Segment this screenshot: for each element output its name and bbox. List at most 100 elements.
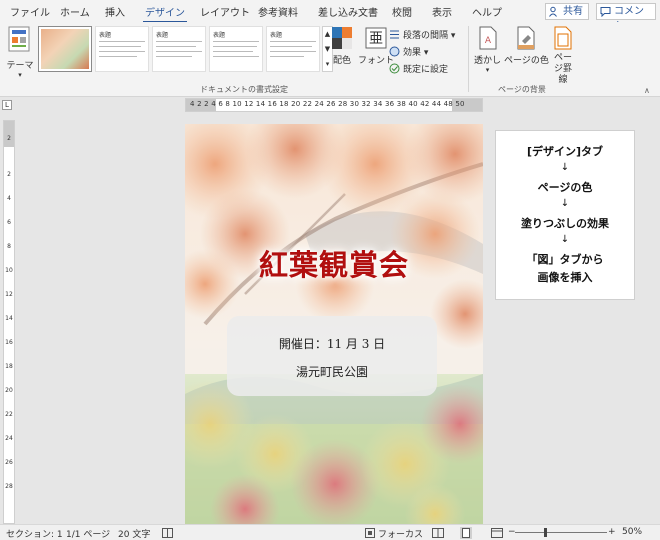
document-page[interactable]: 紅葉観賞会 開催日：11 月 3 日 湯元町民公園: [185, 124, 483, 524]
paragraph-spacing-icon: [390, 30, 399, 39]
callout-step: 画像を挿入: [537, 271, 593, 284]
tab-file[interactable]: ファイル: [10, 4, 50, 19]
style-thumb-title: 表題: [270, 32, 283, 39]
style-thumb[interactable]: 表題: [95, 26, 149, 72]
style-thumb[interactable]: 表題: [209, 26, 263, 72]
style-thumb-line: [213, 51, 253, 52]
event-info-box[interactable]: 開催日：11 月 3 日 湯元町民公園: [227, 316, 437, 396]
style-thumb[interactable]: 表題: [266, 26, 320, 72]
zoom-in-button[interactable]: +: [608, 527, 616, 537]
paragraph-spacing-button[interactable]: 段落の間隔 ▾: [389, 28, 455, 41]
themes-button[interactable]: テーマ ▾: [4, 26, 36, 84]
style-thumb[interactable]: [38, 26, 92, 72]
style-thumb-line: [156, 51, 202, 52]
style-thumb-line: [270, 41, 316, 42]
ruler-number: 12: [5, 291, 13, 298]
focus-icon[interactable]: [365, 528, 375, 538]
effects-button[interactable]: 効果 ▾: [389, 45, 428, 58]
comment-button[interactable]: コメント: [596, 3, 656, 32]
ruler-numbers: 4 2 2 4 6 8 10 12 14 16 18 20 22 24 26 2…: [190, 100, 465, 108]
tab-view[interactable]: 表示: [432, 4, 452, 19]
ruler-number: 18: [5, 363, 13, 370]
style-thumb-line: [213, 41, 259, 42]
book-icon[interactable]: [162, 528, 173, 538]
down-arrow-icon: ↓: [560, 198, 570, 209]
style-thumb[interactable]: 表題: [152, 26, 206, 72]
status-bar: セクション: 1 1/1 ページ 20 文字 フォーカス − + 50%: [0, 524, 660, 540]
svg-text:A: A: [484, 36, 491, 46]
event-date: 開催日：11 月 3 日: [278, 337, 386, 351]
effects-label: 効果: [403, 48, 422, 58]
style-thumb-line: [99, 51, 145, 52]
share-label: 共有: [563, 6, 583, 17]
ruler-number: 10: [5, 267, 13, 274]
zoom-slider-thumb[interactable]: [544, 528, 547, 537]
tab-home[interactable]: ホーム: [60, 4, 90, 19]
horizontal-ruler[interactable]: 4 2 2 4 6 8 10 12 14 16 18 20 22 24 26 2…: [185, 98, 483, 112]
style-thumb-line: [156, 46, 196, 47]
group-label-page-background: ページの背景: [498, 85, 546, 94]
chevron-down-icon: ▾: [423, 48, 429, 58]
palette-icon: [332, 27, 352, 49]
colors-button[interactable]: 配色: [331, 26, 353, 66]
ruler-number: 4: [7, 195, 11, 202]
share-button[interactable]: 共有: [545, 3, 589, 20]
colors-label: 配色: [332, 56, 351, 66]
style-thumb-line: [213, 56, 259, 57]
callout-step: [デザイン]タブ: [526, 145, 604, 158]
style-thumb-line: [270, 56, 304, 57]
svg-text:亜: 亜: [369, 31, 383, 47]
read-mode-icon[interactable]: [432, 528, 444, 538]
tab-help[interactable]: ヘルプ: [472, 4, 502, 19]
paragraph-spacing-label: 段落の間隔: [403, 31, 449, 41]
zoom-slider[interactable]: [515, 532, 607, 533]
tab-review[interactable]: 校閲: [392, 4, 412, 19]
style-thumb-title: 表題: [99, 32, 112, 39]
page-borders-label: ページ罫線: [553, 53, 572, 85]
word-count[interactable]: 20 文字: [118, 527, 150, 540]
set-default-button[interactable]: 既定に設定: [389, 62, 448, 75]
tab-mailings[interactable]: 差し込み文書: [318, 4, 378, 19]
ruler-number: 26: [5, 459, 13, 466]
page-indicator[interactable]: 1/1 ページ: [66, 527, 110, 540]
section-indicator[interactable]: セクション: 1: [6, 527, 63, 540]
tab-insert[interactable]: 挿入: [105, 4, 125, 19]
comment-icon: [600, 7, 611, 17]
collapse-ribbon-icon[interactable]: ∧: [644, 86, 650, 95]
web-layout-icon[interactable]: [491, 528, 503, 538]
style-thumb-line: [270, 51, 316, 52]
share-icon: [549, 6, 557, 17]
callout-step: 塗りつぶしの効果: [520, 217, 610, 230]
watermark-label: 透かし: [474, 56, 502, 66]
ruler-number: 6: [7, 219, 11, 226]
ruler-number: 14: [5, 315, 13, 322]
ruler-number: 20: [5, 387, 13, 394]
set-default-label: 既定に設定: [403, 65, 449, 75]
page-color-button[interactable]: ページの色: [504, 26, 549, 66]
print-layout-icon[interactable]: [460, 527, 472, 539]
tab-selector[interactable]: L: [2, 100, 12, 110]
vertical-ruler[interactable]: 2 2 4 6 8 10 12 14 16 18 20 22 24 26 28: [3, 120, 15, 524]
style-thumb-title: 表題: [213, 32, 226, 39]
style-thumb-line: [156, 56, 192, 57]
document-title[interactable]: 紅葉観賞会: [185, 242, 483, 284]
style-thumb-line: [99, 46, 141, 47]
tab-layout[interactable]: レイアウト: [200, 4, 250, 19]
ruler-number: 22: [5, 411, 13, 418]
ruler-number: 8: [7, 243, 11, 250]
event-place: 湯元町民公園: [295, 365, 368, 379]
tab-design[interactable]: デザイン: [143, 4, 187, 23]
ruler-top-margin: [4, 121, 14, 147]
page-borders-button[interactable]: ページ罫線: [551, 26, 575, 86]
fonts-icon: 亜: [365, 27, 387, 49]
watermark-button[interactable]: A 透かし ▾: [474, 26, 501, 74]
callout-step: ページの色: [537, 181, 593, 194]
ribbon: テーマ ▾ 表題 表題 表題 表題 ▲ ▼ ▾ 配色 亜 フォント 段落の間隔 …: [0, 22, 660, 97]
themes-label: テーマ: [6, 61, 34, 71]
tab-references[interactable]: 参考資料: [258, 4, 298, 19]
style-thumb-preview: [41, 29, 89, 69]
zoom-level[interactable]: 50%: [622, 527, 642, 537]
ruler-number: 28: [5, 483, 13, 490]
focus-mode-button[interactable]: フォーカス: [378, 527, 423, 540]
callout-step: 「図」タブから: [526, 253, 604, 266]
